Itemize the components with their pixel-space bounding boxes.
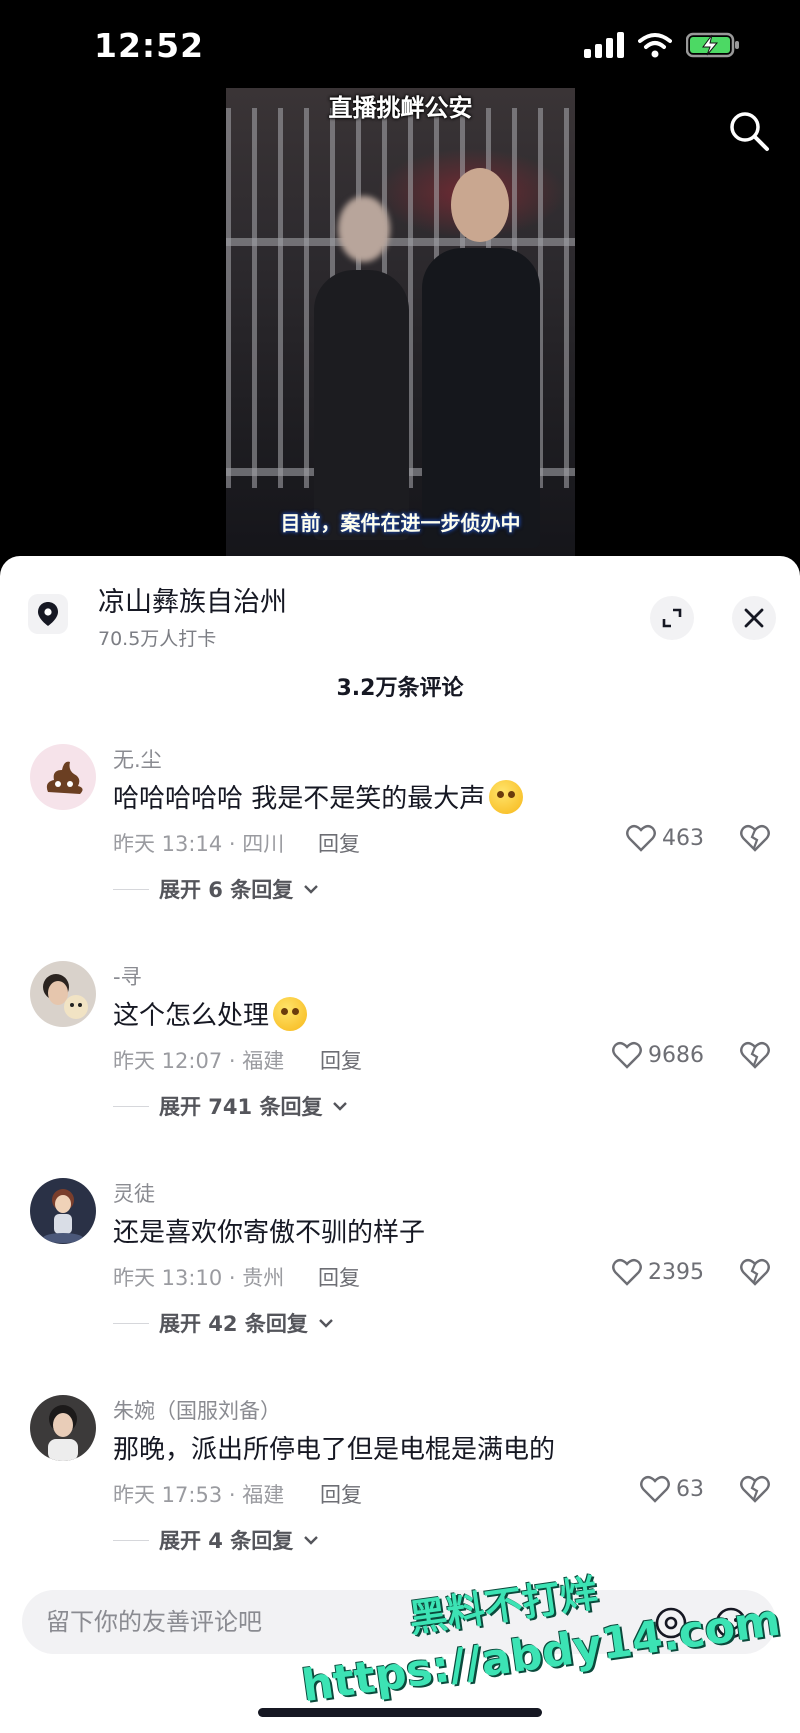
like-count: 2395 — [648, 1259, 704, 1285]
close-icon — [744, 608, 764, 628]
location-row[interactable]: 凉山彝族自治州 70.5万人打卡 — [28, 578, 776, 658]
reply-button[interactable]: 回复 — [318, 1262, 360, 1292]
comment-text: 这个怎么处理 — [113, 995, 308, 1032]
location-checkins: 70.5万人打卡 — [98, 628, 217, 650]
comment-time-location: 昨天 13:14 · 四川 — [113, 832, 285, 856]
comment-time-location: 昨天 13:10 · 贵州 — [113, 1266, 285, 1290]
reply-button[interactable]: 回复 — [318, 828, 360, 858]
like-button[interactable]: 9686 — [612, 1041, 704, 1069]
expand-replies[interactable]: 展开 4 条回复 — [113, 1525, 319, 1555]
comment-item: 朱婉（国服刘备） 那晚，派出所停电了但是电棍是满电的 昨天 17:53 · 福建… — [0, 1395, 800, 1605]
expand-icon — [662, 608, 682, 628]
comment-username[interactable]: 无.尘 — [113, 744, 162, 774]
like-count: 63 — [676, 1476, 704, 1502]
avatar[interactable] — [30, 1178, 96, 1244]
cellular-signal-icon — [584, 32, 624, 58]
avatar[interactable] — [30, 1395, 96, 1461]
comment-text: 还是喜欢你寄傲不驯的样子 — [113, 1218, 426, 1248]
chevron-down-icon — [333, 1102, 348, 1111]
battery-charging-icon — [686, 32, 739, 58]
status-time: 12:52 — [94, 26, 205, 65]
like-button[interactable]: 63 — [640, 1475, 704, 1503]
like-count: 463 — [662, 825, 704, 851]
video-frame[interactable]: 直播挑衅公安 目前，案件在进一步侦办中 — [226, 88, 575, 558]
like-button[interactable]: 463 — [626, 824, 704, 852]
expand-button[interactable] — [650, 596, 694, 640]
video-caption-bottom: 目前，案件在进一步侦办中 — [280, 511, 521, 535]
wifi-icon — [638, 33, 672, 58]
comment-item: 灵徒 还是喜欢你寄傲不驯的样子 昨天 13:10 · 贵州 回复 2395 展开… — [0, 1178, 800, 1388]
reply-button[interactable]: 回复 — [320, 1479, 362, 1509]
person-civilian — [314, 270, 409, 540]
like-count: 9686 — [648, 1042, 704, 1068]
expand-replies[interactable]: 展开 741 条回复 — [113, 1091, 348, 1121]
person-officer — [422, 248, 540, 548]
expand-replies[interactable]: 展开 6 条回复 — [113, 874, 319, 904]
comment-username[interactable]: 朱婉（国服刘备） — [113, 1395, 281, 1425]
officer-face — [451, 168, 509, 242]
status-icons — [584, 32, 740, 58]
heart-icon — [640, 1475, 670, 1503]
chevron-down-icon — [304, 1536, 319, 1545]
smiling-emoji-icon — [273, 997, 308, 1031]
avatar[interactable] — [30, 961, 96, 1027]
grinning-emoji-icon — [489, 780, 524, 814]
heart-icon — [612, 1258, 642, 1286]
comment-username[interactable]: 灵徒 — [113, 1178, 155, 1208]
reply-button[interactable]: 回复 — [320, 1045, 362, 1075]
comment-count: 3.2万条评论 — [336, 676, 464, 701]
location-pin-icon — [28, 594, 68, 634]
status-bar: 12:52 — [0, 0, 800, 96]
comment-item: 无.尘 哈哈哈哈哈 我是不是笑的最大声 昨天 13:14 · 四川 回复 463… — [0, 744, 800, 954]
blurred-face — [338, 196, 390, 262]
broken-heart-icon[interactable] — [740, 824, 770, 852]
avatar[interactable] — [30, 744, 96, 810]
comment-time-location: 昨天 17:53 · 福建 — [113, 1483, 285, 1507]
video-caption-top: 直播挑衅公安 — [328, 94, 473, 122]
search-icon[interactable] — [726, 108, 772, 154]
comment-username[interactable]: -寻 — [113, 961, 142, 991]
comment-text: 那晚，派出所停电了但是电棍是满电的 — [113, 1435, 556, 1465]
close-button[interactable] — [732, 596, 776, 640]
heart-icon — [626, 824, 656, 852]
broken-heart-icon[interactable] — [740, 1041, 770, 1069]
chevron-down-icon — [319, 1319, 333, 1328]
video-player[interactable]: 直播挑衅公安 目前，案件在进一步侦办中 — [0, 88, 800, 558]
comment-sheet: 凉山彝族自治州 70.5万人打卡 3.2万条评论 无.尘 哈哈哈哈哈 我是不是笑… — [0, 556, 800, 1733]
chevron-down-icon — [304, 885, 319, 894]
heart-icon — [612, 1041, 642, 1069]
like-button[interactable]: 2395 — [612, 1258, 704, 1286]
broken-heart-icon[interactable] — [740, 1475, 770, 1503]
expand-replies[interactable]: 展开 42 条回复 — [113, 1308, 334, 1338]
home-indicator — [258, 1708, 542, 1717]
broken-heart-icon[interactable] — [740, 1258, 770, 1286]
location-name: 凉山彝族自治州 — [98, 587, 287, 618]
comment-time-location: 昨天 12:07 · 福建 — [113, 1049, 285, 1073]
comment-text: 哈哈哈哈哈 我是不是笑的最大声 — [113, 778, 524, 815]
comment-item: -寻 这个怎么处理 昨天 12:07 · 福建 回复 9686 展开 741 条… — [0, 961, 800, 1171]
